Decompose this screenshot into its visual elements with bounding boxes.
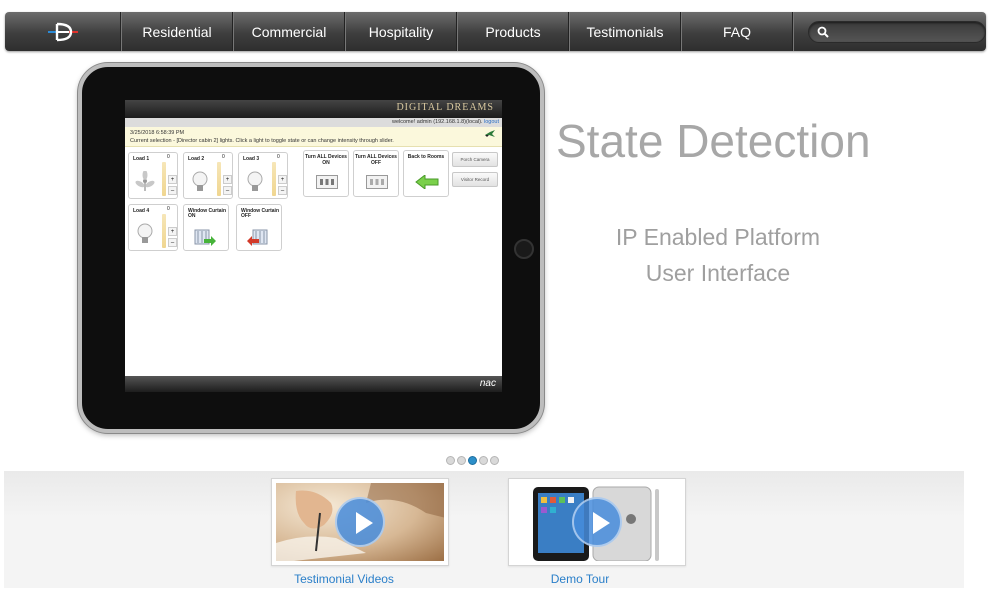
intensity-slider	[162, 162, 166, 196]
testimonial-videos-link[interactable]: Testimonial Videos	[255, 572, 433, 586]
nav-products[interactable]: Products	[457, 12, 569, 51]
carousel-dot[interactable]	[468, 456, 477, 465]
screen-brand: DIGITAL DREAMS	[396, 102, 494, 113]
action-label: Turn ALL Devices ON	[305, 154, 347, 166]
visitor-record-button: Visitor Record	[452, 172, 498, 187]
slide-title: State Detection	[556, 115, 871, 167]
search-area	[793, 12, 986, 51]
carousel-dot[interactable]	[479, 456, 488, 465]
load-card: Load 3 0 + –	[238, 152, 288, 199]
demo-tour-image	[513, 483, 681, 561]
action-label: Back to Rooms	[407, 154, 445, 160]
testimonial-videos-thumb[interactable]	[271, 478, 449, 566]
plus-button: +	[168, 175, 177, 184]
all-off-card: Turn ALL Devices OFF	[353, 150, 399, 197]
screen-datetime: 3/25/2018 6:58:39 PM	[130, 130, 185, 136]
search-input[interactable]	[835, 24, 975, 39]
switch-panel-icon	[316, 175, 338, 189]
load-card: Load 2 0 + –	[183, 152, 233, 199]
slide-subtitle: User Interface	[645, 260, 791, 286]
slide-subtitle: IP Enabled Platform	[615, 224, 821, 250]
demo-tour-thumb[interactable]	[508, 478, 686, 566]
load-value: 0	[167, 154, 170, 160]
demo-tour-link[interactable]: Demo Tour	[491, 572, 669, 586]
load-label: Load 1	[133, 156, 150, 162]
load-label: Load 4	[133, 208, 150, 214]
nav-testimonials[interactable]: Testimonials	[569, 12, 681, 51]
all-on-card: Turn ALL Devices ON	[303, 150, 349, 197]
screen-footer-logo: nac	[479, 378, 496, 389]
tablet-screen: DIGITAL DREAMS welcome! admin (192.168.1…	[125, 100, 502, 392]
curtain-label: Window Curtain OFF	[241, 208, 280, 219]
screen-logout-link: logout	[484, 119, 499, 125]
minus-button: –	[278, 186, 287, 195]
action-label: Turn ALL Devices OFF	[355, 154, 397, 166]
curtain-open-icon	[194, 229, 216, 246]
nav-faq[interactable]: FAQ	[681, 12, 793, 51]
screen-selection: Current selection - [Director cabin 2] l…	[130, 138, 394, 144]
curtain-close-icon	[247, 229, 268, 246]
carousel-dot[interactable]	[446, 456, 455, 465]
load-value: 0	[277, 154, 280, 160]
curtain-label: Window Curtain ON	[188, 208, 227, 219]
plus-button: +	[223, 175, 232, 184]
screen-welcome-bar: welcome! admin (192.168.1.8)(local). log…	[125, 118, 502, 127]
porch-camera-button: Porch Camera	[452, 152, 498, 167]
tablet-home-button	[514, 239, 534, 259]
nav-residential[interactable]: Residential	[121, 12, 233, 51]
intensity-slider	[272, 162, 276, 196]
search-icon[interactable]	[817, 26, 829, 38]
featured-band	[4, 471, 964, 588]
back-to-rooms-card: Back to Rooms	[403, 150, 449, 197]
curtain-on-card: Window Curtain ON	[183, 204, 229, 251]
intensity-slider	[162, 214, 166, 248]
minus-button: –	[168, 186, 177, 195]
plus-button: +	[278, 175, 287, 184]
play-icon[interactable]	[335, 497, 385, 547]
fan-icon	[135, 171, 155, 191]
switch-panel-icon	[366, 175, 388, 189]
screen-header: DIGITAL DREAMS	[125, 100, 502, 118]
load-card: Load 4 0 + –	[128, 204, 178, 251]
screen-welcome-text: welcome! admin (192.168.1.8)(local).	[391, 119, 483, 125]
load-value: 0	[222, 154, 225, 160]
digital-dreams-logo-icon	[47, 22, 78, 41]
load-label: Load 3	[243, 156, 260, 162]
screen-footer: nac	[125, 376, 502, 392]
screen-info-bar: 3/25/2018 6:58:39 PM Current selection -…	[125, 127, 502, 147]
load-card: Load 1 0 + –	[128, 152, 178, 199]
search-box[interactable]	[808, 20, 986, 43]
tablet-image: DIGITAL DREAMS welcome! admin (192.168.1…	[78, 63, 544, 433]
load-value: 0	[167, 206, 170, 212]
play-icon[interactable]	[572, 497, 622, 547]
load-label: Load 2	[188, 156, 205, 162]
testimonial-video-image	[276, 483, 444, 561]
curtain-off-card: Window Curtain OFF	[236, 204, 282, 251]
bulb-icon	[137, 223, 153, 243]
intensity-slider	[217, 162, 221, 196]
plus-button: +	[168, 227, 177, 236]
bird-icon	[485, 130, 495, 137]
carousel-dots	[446, 456, 499, 465]
minus-button: –	[168, 238, 177, 247]
main-nav: Residential Commercial Hospitality Produ…	[5, 12, 986, 51]
minus-button: –	[223, 186, 232, 195]
logo[interactable]	[5, 12, 121, 51]
bulb-icon	[192, 171, 208, 191]
nav-hospitality[interactable]: Hospitality	[345, 12, 457, 51]
carousel-dot[interactable]	[490, 456, 499, 465]
bulb-icon	[247, 171, 263, 191]
screen-device-grid: Load 1 0 + – Load 2 0 + – Load 3 0 + – T…	[128, 150, 500, 252]
nav-commercial[interactable]: Commercial	[233, 12, 345, 51]
carousel-dot[interactable]	[457, 456, 466, 465]
arrow-left-icon	[415, 175, 439, 189]
